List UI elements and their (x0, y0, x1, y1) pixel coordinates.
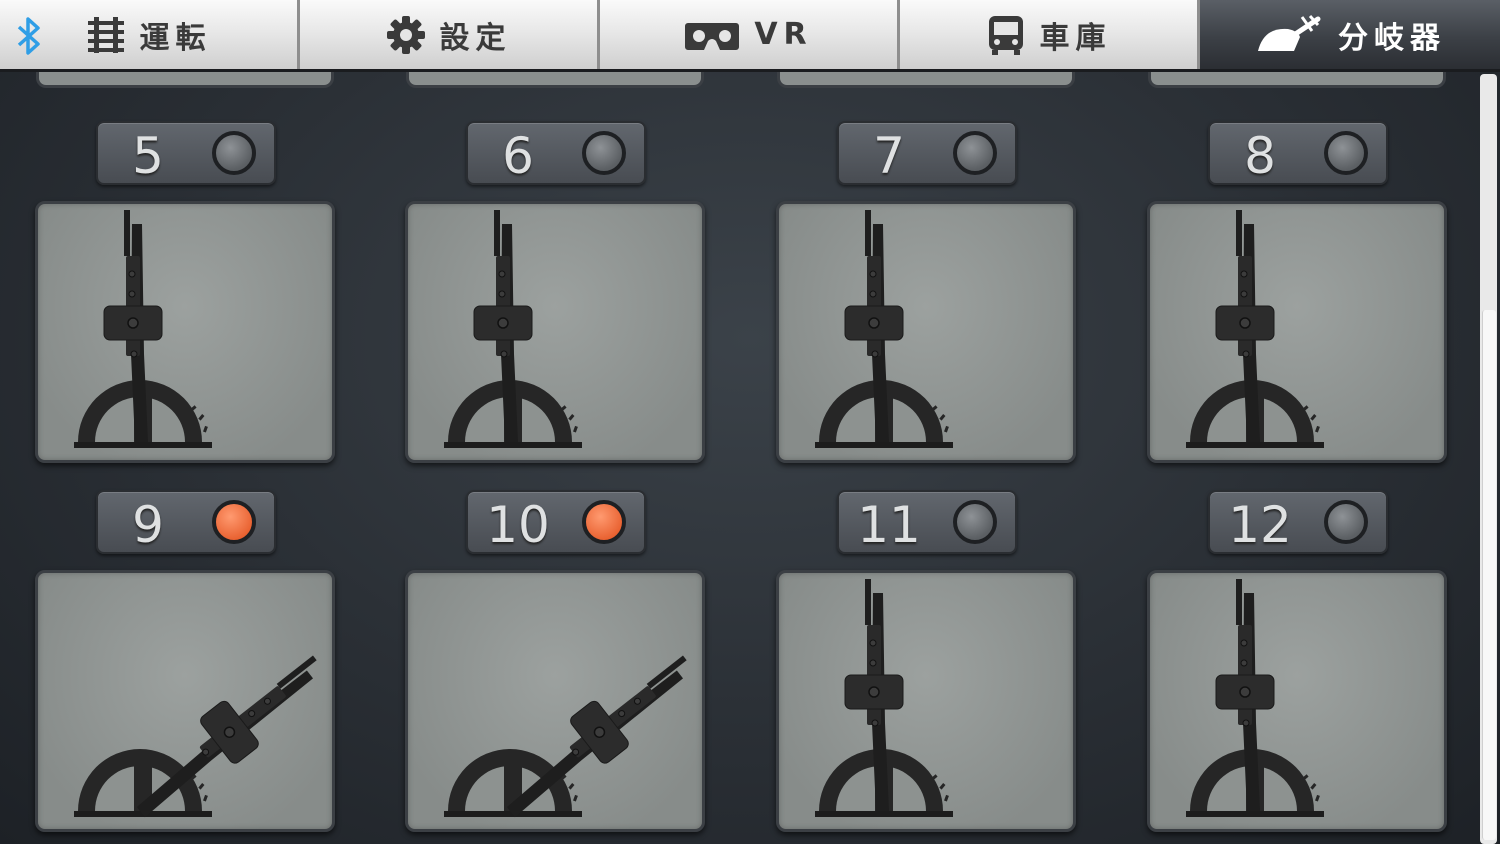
turnout-card-partial (36, 72, 334, 88)
turnout-lever-icon (1186, 210, 1324, 448)
tab-label: 分岐器 (1338, 20, 1446, 56)
turnout-badge: 7 (837, 121, 1017, 185)
turnout-lever-button[interactable] (405, 570, 705, 832)
status-lamp (582, 500, 626, 544)
train-icon (988, 15, 1023, 55)
turnout-badge: 8 (1208, 121, 1388, 185)
status-lamp (1324, 131, 1368, 175)
tab-depot[interactable]: 車庫 (900, 0, 1200, 69)
status-lamp (582, 131, 626, 175)
tab-label: VR (754, 17, 813, 52)
tab-vr[interactable]: VR (600, 0, 900, 69)
status-lamp (953, 500, 997, 544)
turnout-number: 9 (132, 496, 164, 554)
status-lamp (1324, 500, 1368, 544)
status-lamp (212, 131, 256, 175)
turnout-badge: 12 (1208, 490, 1388, 554)
tab-turnout[interactable]: 分岐器 (1200, 0, 1500, 69)
turnout-lever-button[interactable] (405, 201, 705, 463)
turnout-lever-button[interactable] (35, 201, 335, 463)
turnout-badge: 11 (837, 490, 1017, 554)
turnout-lever-icon (444, 655, 687, 818)
turnout-lever-button[interactable] (35, 570, 335, 832)
turnout-lever-icon (1186, 579, 1324, 817)
status-lamp (212, 500, 256, 544)
turnout-lever-icon (815, 210, 953, 448)
scrollbar[interactable] (1480, 74, 1497, 844)
tab-label: 車庫 (1039, 20, 1112, 56)
turnout-lever-icon (74, 210, 212, 448)
turnout-lever-button[interactable] (1147, 570, 1447, 832)
turnout-lever-button[interactable] (776, 570, 1076, 832)
turnout-badge: 6 (466, 121, 646, 185)
turnout-badge: 9 (96, 490, 276, 554)
gear-icon (386, 15, 425, 54)
tab-label: 設定 (439, 20, 512, 56)
turnout-lever-icon (444, 210, 582, 448)
turnout-lever-icon (815, 579, 953, 817)
turnout-card-partial (406, 72, 704, 88)
turnout-number: 8 (1244, 127, 1276, 185)
turnout-grid: 5 6 7 8 9 10 11 12 (0, 72, 1478, 844)
turnout-number: 12 (1228, 496, 1292, 554)
turnout-lever-icon (1258, 14, 1321, 51)
turnout-card-partial (1148, 72, 1446, 88)
turnout-badge: 5 (96, 121, 276, 185)
scrollbar-thumb[interactable] (1482, 310, 1496, 840)
turnout-number: 7 (873, 127, 905, 185)
track-icon (87, 16, 124, 53)
tab-settings[interactable]: 設定 (300, 0, 600, 69)
turnout-number: 11 (857, 496, 921, 554)
turnout-lever-button[interactable] (776, 201, 1076, 463)
tab-bar: 運転 設定 VR 車庫 分岐器 (0, 0, 1500, 72)
tab-label: 運転 (139, 20, 212, 56)
vr-goggles-icon (685, 22, 740, 50)
turnout-badge: 10 (466, 490, 646, 554)
turnout-lever-button[interactable] (1147, 201, 1447, 463)
status-lamp (953, 131, 997, 175)
turnout-number: 6 (502, 127, 534, 185)
tab-drive[interactable]: 運転 (0, 0, 300, 69)
turnout-lever-icon (74, 655, 317, 818)
turnout-number: 10 (486, 496, 550, 554)
bluetooth-icon (17, 17, 40, 55)
turnout-number: 5 (132, 127, 164, 185)
turnout-card-partial (777, 72, 1075, 88)
